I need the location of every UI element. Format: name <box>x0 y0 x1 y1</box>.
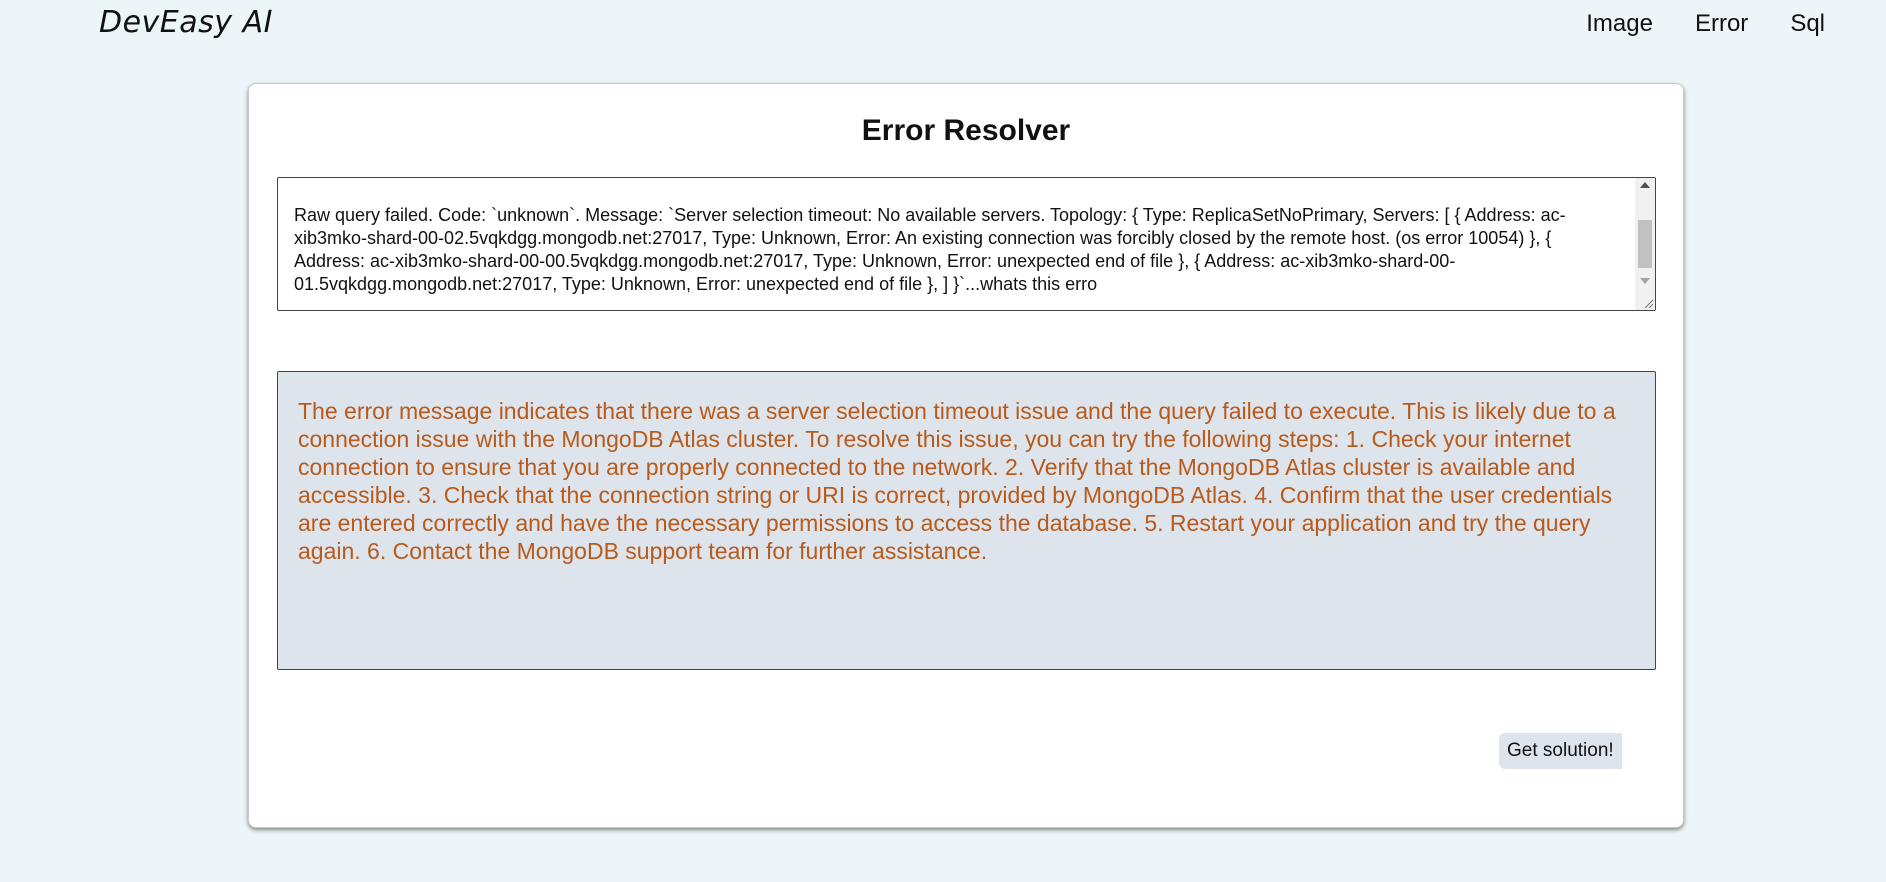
brand-logo[interactable]: DevEasy AI <box>99 5 273 40</box>
error-input-container: Raw query failed. Code: `unknown`. Messa… <box>277 177 1656 311</box>
nav-links: Image Error Sql <box>1586 10 1825 38</box>
scroll-thumb[interactable] <box>1638 220 1652 268</box>
scroll-down-arrow-icon[interactable] <box>1640 278 1650 284</box>
error-input[interactable]: Raw query failed. Code: `unknown`. Messa… <box>278 178 1634 310</box>
resize-grip-icon[interactable] <box>1643 298 1653 308</box>
nav-link-image[interactable]: Image <box>1586 10 1653 38</box>
nav-link-error[interactable]: Error <box>1695 10 1748 38</box>
error-input-scrollbar[interactable] <box>1635 178 1655 310</box>
navbar: DevEasy AI Image Error Sql <box>0 0 1886 50</box>
page-title: Error Resolver <box>861 114 1071 147</box>
get-solution-button[interactable]: Get solution! <box>1499 733 1622 769</box>
nav-link-sql[interactable]: Sql <box>1790 10 1825 38</box>
error-resolver-card: Error Resolver Raw query failed. Code: `… <box>248 83 1684 828</box>
scroll-up-arrow-icon[interactable] <box>1640 182 1650 188</box>
solution-output: The error message indicates that there w… <box>277 371 1656 670</box>
